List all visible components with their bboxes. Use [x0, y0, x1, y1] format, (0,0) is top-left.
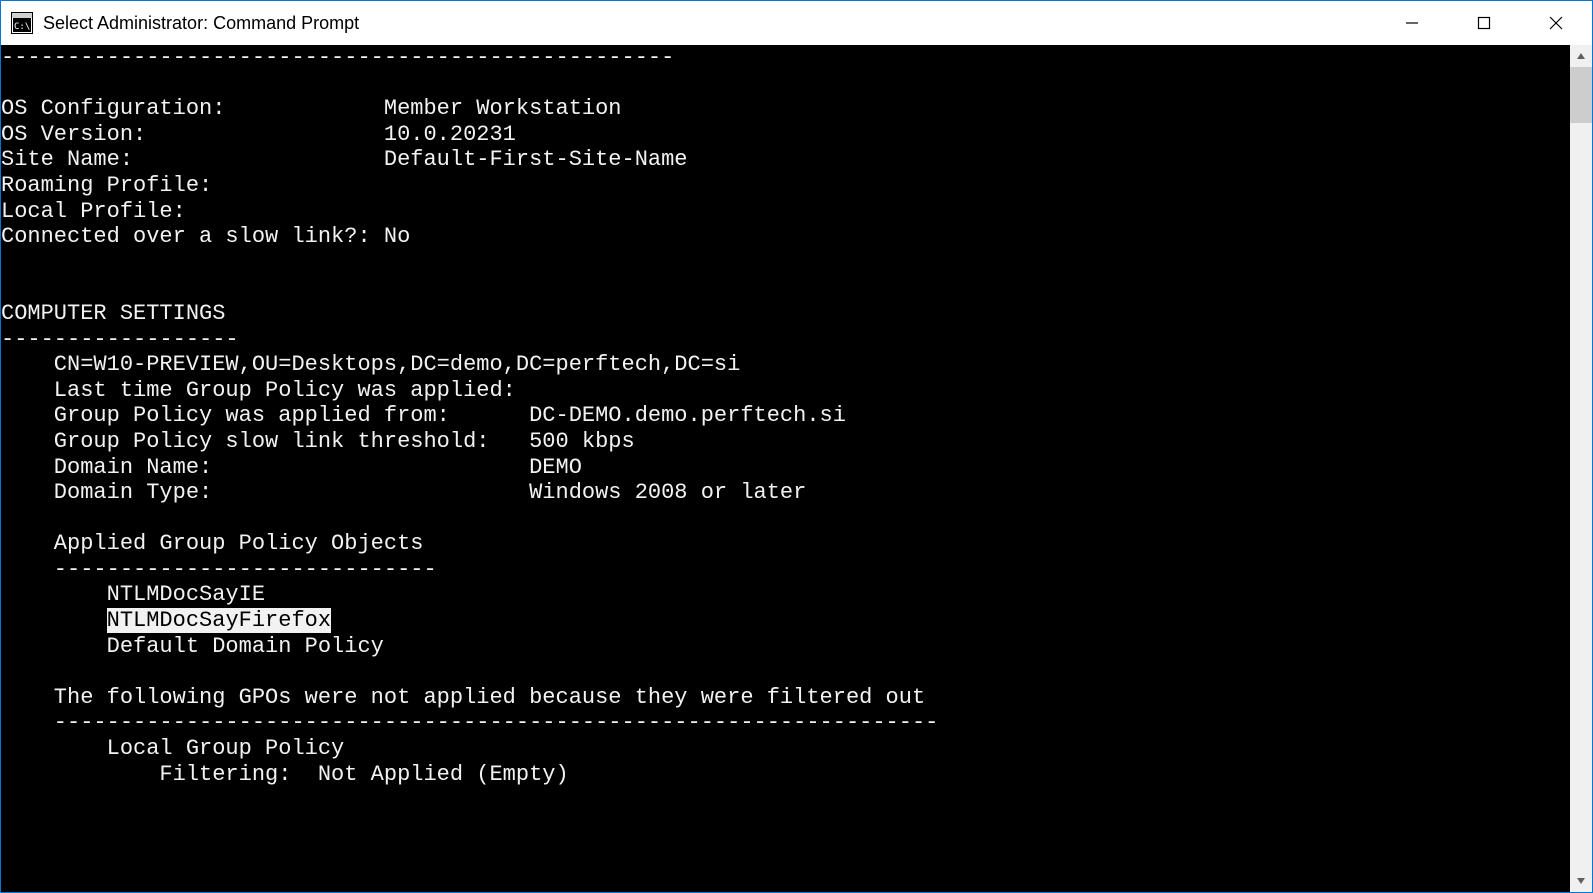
maximize-button[interactable]: [1448, 1, 1520, 45]
minimize-button[interactable]: [1376, 1, 1448, 45]
window-controls: [1376, 1, 1592, 45]
terminal-output[interactable]: ----------------------------------------…: [1, 45, 1570, 892]
scroll-thumb[interactable]: [1570, 67, 1592, 123]
cmd-icon: C:\: [11, 12, 33, 34]
selected-text[interactable]: NTLMDocSayFirefox: [107, 608, 331, 633]
scroll-up-arrow-icon[interactable]: [1570, 45, 1592, 67]
svg-text:C:\: C:\: [14, 22, 30, 32]
titlebar[interactable]: C:\ Select Administrator: Command Prompt: [1, 1, 1592, 45]
window-title: Select Administrator: Command Prompt: [43, 13, 1376, 34]
vertical-scrollbar[interactable]: [1570, 45, 1592, 892]
client-area: ----------------------------------------…: [1, 45, 1592, 892]
close-button[interactable]: [1520, 1, 1592, 45]
command-prompt-window: C:\ Select Administrator: Command Prompt…: [0, 0, 1593, 893]
scroll-down-arrow-icon[interactable]: [1570, 870, 1592, 892]
